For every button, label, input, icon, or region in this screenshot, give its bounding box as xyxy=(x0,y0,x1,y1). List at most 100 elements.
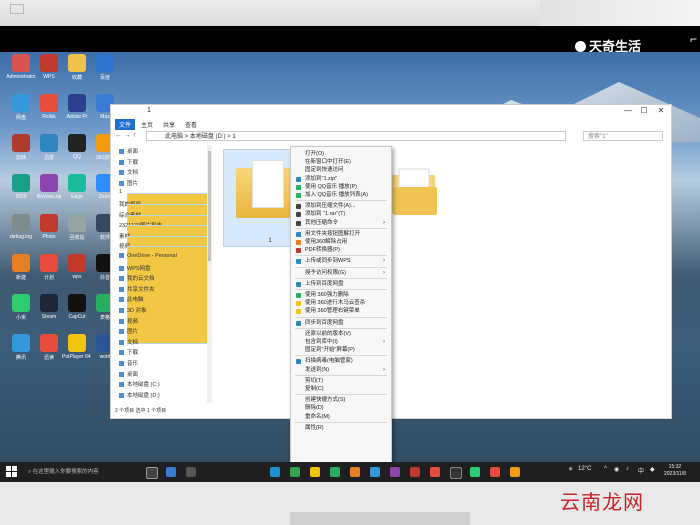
taskbar-clock[interactable]: 15:32 2023/11/8 xyxy=(664,464,686,478)
context-menu-item[interactable]: 授予访问权限(G) › xyxy=(291,269,391,278)
desktop-icon[interactable]: 回收站 xyxy=(62,214,92,254)
context-menu-item[interactable]: 发送到(N) › xyxy=(291,366,391,375)
context-menu-item[interactable]: 使用 360管理右键菜单 xyxy=(291,307,391,316)
taskbar-app-search-box[interactable] xyxy=(186,467,196,477)
nav-item[interactable]: WPS网盘 xyxy=(119,264,151,272)
nav-item[interactable]: 文档 xyxy=(119,338,138,346)
security-icon[interactable]: ◆ xyxy=(650,466,655,473)
nav-item[interactable]: 音乐 xyxy=(119,359,138,367)
nav-item[interactable]: 图片 xyxy=(119,179,138,187)
ime-icon[interactable]: 中 xyxy=(638,466,644,475)
edge-icon[interactable] xyxy=(270,467,280,477)
tab-home[interactable]: 主页 xyxy=(137,119,157,130)
nav-item[interactable]: 1 xyxy=(119,189,209,292)
nav-item[interactable]: 下载 xyxy=(119,158,138,166)
context-menu-item[interactable]: 加入 QQ音乐 播放列表(A) xyxy=(291,191,391,200)
taskbar-app-yellow[interactable] xyxy=(510,467,520,477)
context-menu-item[interactable]: 重命名(M) xyxy=(291,413,391,422)
taskbar-app-orange[interactable] xyxy=(350,467,360,477)
nav-item[interactable]: 视频 xyxy=(119,317,138,325)
desktop-icon[interactable]: WPS xyxy=(34,54,64,94)
file-explorer-taskbar-icon[interactable] xyxy=(310,467,320,477)
desktop-icon[interactable]: 计划 xyxy=(34,254,64,294)
nav-item[interactable]: 2321179图片和电 xyxy=(119,221,209,324)
nav-item[interactable]: 视频 xyxy=(119,242,209,345)
taskbar-app-widgets[interactable] xyxy=(166,467,176,477)
nav-item[interactable]: 3D 对象 xyxy=(119,306,147,314)
nav-item[interactable]: 共享文件夹 xyxy=(119,285,155,293)
taskbar-app-blue[interactable] xyxy=(370,467,380,477)
desktop-icon[interactable]: Steam xyxy=(34,294,64,334)
back-icon[interactable]: ← xyxy=(115,132,122,139)
desktop-icon[interactable]: Photo xyxy=(34,214,64,254)
desktop-icon[interactable]: wps xyxy=(62,254,92,294)
nav-item[interactable]: 此电脑 xyxy=(119,295,144,303)
desktop-icon[interactable]: 百度 xyxy=(90,54,120,94)
desktop-icon[interactable]: QQ xyxy=(62,134,92,174)
taskbar-search[interactable]: ⌕ 在这里输入你要搜索的内容 xyxy=(20,465,132,479)
desktop-icon[interactable]: 2020 xyxy=(6,174,36,214)
task-view-icon[interactable] xyxy=(146,467,158,479)
context-menu-item[interactable]: 上传或同步到WPS › xyxy=(291,257,391,266)
desktop-icon[interactable]: Administrator xyxy=(6,54,36,94)
nav-item[interactable]: 本地磁盘 (D:) xyxy=(119,391,160,399)
desktop-icon[interactable]: 剪映 xyxy=(6,134,36,174)
maximize-button[interactable]: ☐ xyxy=(637,106,651,115)
desktop-icon[interactable]: debug.log xyxy=(6,214,36,254)
desktop-icon[interactable]: CapCut xyxy=(62,294,92,334)
nav-item[interactable]: 本地磁盘 (C:) xyxy=(119,380,160,388)
tray-chevron-icon[interactable]: ^ xyxy=(604,466,607,472)
nav-item[interactable]: 图片 xyxy=(119,327,138,335)
up-icon[interactable]: ↑ xyxy=(133,132,137,139)
taskbar-app-green[interactable] xyxy=(290,467,300,477)
desktop-icon[interactable]: Adobe Pr xyxy=(62,94,92,134)
windows-start-icon[interactable] xyxy=(6,466,17,477)
nav-item[interactable]: 我的云文档 xyxy=(119,274,155,282)
wps-taskbar-icon[interactable] xyxy=(410,467,420,477)
folder-item-second[interactable] xyxy=(385,161,445,221)
nav-item[interactable]: 桌面 xyxy=(119,147,138,155)
taskbar-app-green-2[interactable] xyxy=(470,467,480,477)
tab-file[interactable]: 文件 xyxy=(115,119,136,130)
close-button[interactable]: ✕ xyxy=(654,106,668,115)
nav-item[interactable]: 我的视频 xyxy=(119,200,209,302)
search-input[interactable]: 搜索"1" xyxy=(583,131,663,141)
taskbar-app-red[interactable] xyxy=(430,467,440,477)
taskbar-app-red-2[interactable] xyxy=(490,467,500,477)
nav-item[interactable]: 综合素材 xyxy=(119,211,209,313)
address-bar[interactable]: 此电脑 > 本地磁盘 (D:) > 1 xyxy=(146,131,566,141)
tab-view[interactable]: 查看 xyxy=(181,119,201,130)
desktop-icon[interactable]: 新建 xyxy=(6,254,36,294)
weather-icon[interactable]: ☀ xyxy=(568,466,573,473)
desktop-icon[interactable]: 小米 xyxy=(6,294,36,334)
network-icon[interactable]: ◉ xyxy=(614,466,619,473)
nav-item[interactable]: 桌面 xyxy=(119,370,138,378)
context-menu-item[interactable]: 固定到"开始"屏幕(P) xyxy=(291,346,391,355)
nav-item[interactable]: 文档 xyxy=(119,168,138,176)
desktop-icon[interactable]: 迅读 xyxy=(34,334,64,374)
nav-scroll-thumb[interactable] xyxy=(208,151,211,261)
tab-share[interactable]: 共享 xyxy=(159,119,179,130)
forward-icon[interactable]: → xyxy=(124,132,131,139)
desktop-icon[interactable]: PotPlayer 64 bit xyxy=(62,334,92,374)
desktop-icon[interactable]: 迅雷 xyxy=(34,134,64,174)
nav-scrollbar[interactable] xyxy=(207,145,212,403)
weather-temp[interactable]: 12°C xyxy=(578,466,591,472)
desktop-icon[interactable]: 收藏 xyxy=(62,54,92,94)
taskbar-app-purple[interactable] xyxy=(390,467,400,477)
context-menu-item[interactable]: 其他压缩命令 › xyxy=(291,219,391,228)
nav-item[interactable]: 素材 xyxy=(119,232,209,334)
minimize-button[interactable]: — xyxy=(621,106,635,115)
wechat-icon[interactable] xyxy=(330,467,340,477)
context-menu-item[interactable]: PDF转换器(P) xyxy=(291,246,391,255)
context-menu-item[interactable]: 上传到百度网盘 xyxy=(291,280,391,289)
desktop-icon[interactable]: Rollsk xyxy=(34,94,64,134)
nav-item[interactable]: 下载 xyxy=(119,348,138,356)
desktop-icon[interactable]: 网盘 xyxy=(6,94,36,134)
desktop-icon[interactable]: 腾讯 xyxy=(6,334,36,374)
desktop-icon[interactable]: ReVowi.zip xyxy=(34,174,64,214)
context-menu-item[interactable]: 属性(R) xyxy=(291,424,391,433)
capcut-taskbar-icon[interactable] xyxy=(450,467,462,479)
context-menu-item[interactable]: 复制(C) xyxy=(291,385,391,394)
context-menu-item[interactable]: 同步到百度网盘 xyxy=(291,319,391,328)
